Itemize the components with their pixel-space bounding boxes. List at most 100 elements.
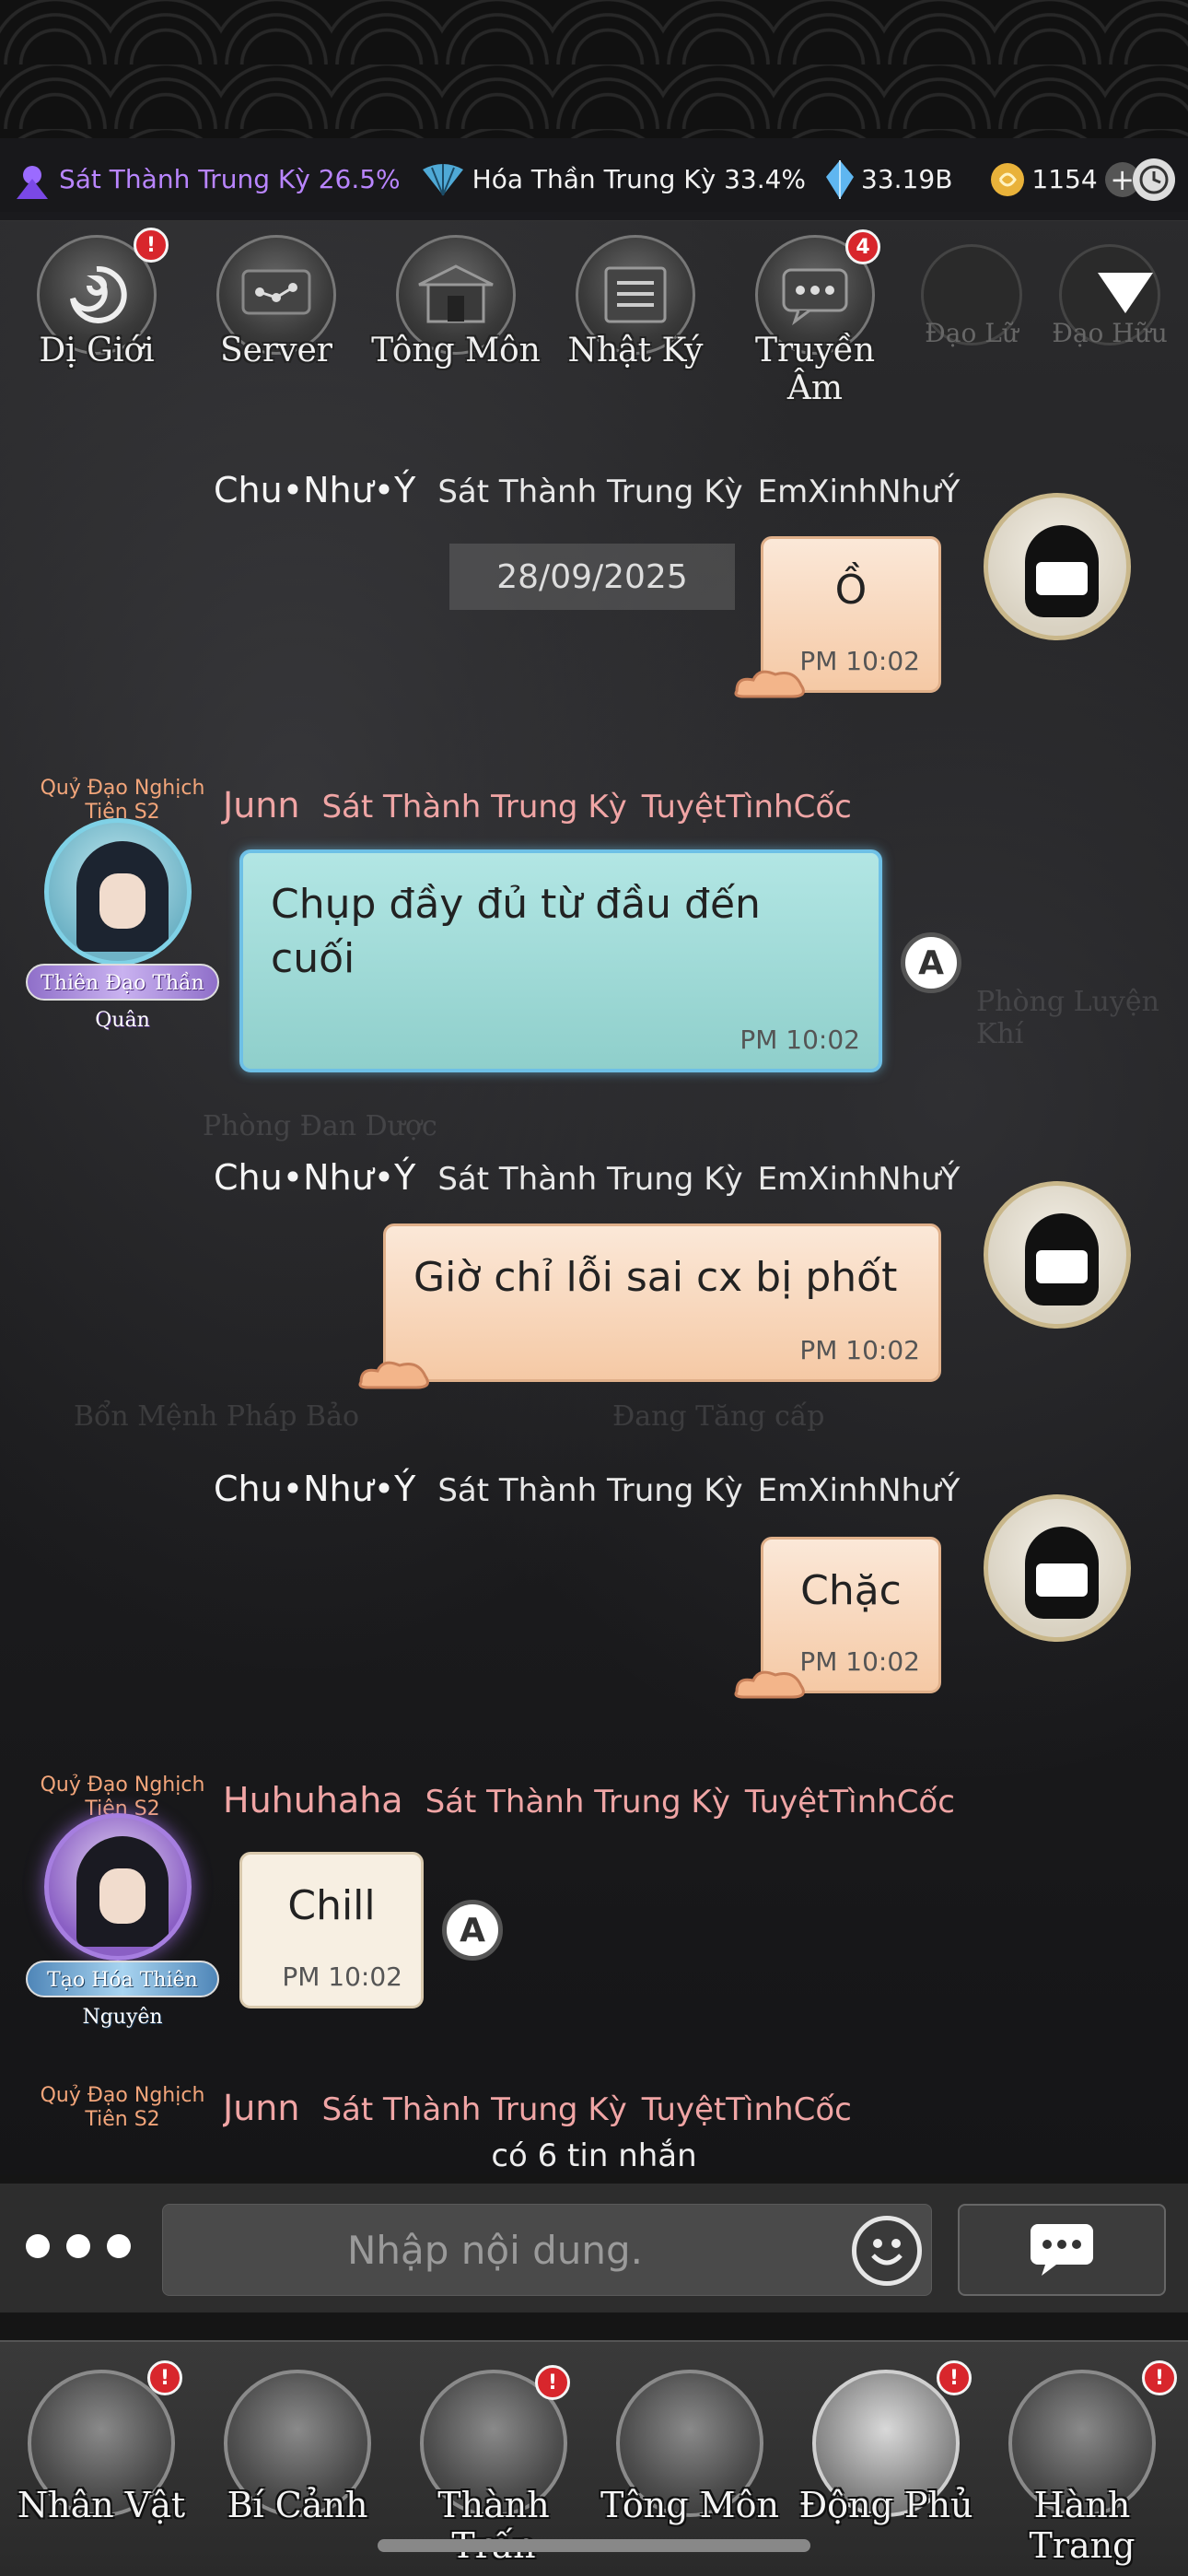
realm1-text: Sát Thành Trung Kỳ 26.5% [59, 164, 401, 194]
nav-badge: ! [147, 2360, 182, 2395]
message-time: PM 10:02 [799, 646, 920, 677]
chat-channel-tabs: ! Dị Giới Server Tông Môn Nhật Ký 4 Truy… [0, 226, 1188, 407]
more-options-icon[interactable] [26, 2234, 147, 2258]
realm-progress-2: Hóa Thần Trung Kỳ 33.4% [419, 158, 806, 201]
nav-label: Hành Trang [1029, 2485, 1136, 2566]
avatar[interactable] [44, 1813, 192, 1961]
mage-icon [17, 165, 48, 199]
sender-sect: TuyệtTìnhCốc [641, 2091, 852, 2128]
sender-realm: Sát Thành Trung Kỳ [437, 1472, 743, 1509]
coin-currency: 1154 + [989, 161, 1140, 198]
nav-bi-canh[interactable]: Bí Cảnh [201, 2370, 394, 2554]
avatar[interactable] [44, 818, 192, 966]
sender-sect: TuyệtTìnhCốc [641, 789, 852, 825]
avatar[interactable] [984, 1494, 1131, 1642]
nav-dong-phu[interactable]: ! Động Phủ [789, 2360, 983, 2554]
nav-tong-mon[interactable]: Tông Môn [593, 2370, 786, 2554]
translate-icon[interactable]: A [901, 932, 961, 993]
nav-label: Nhân Vật [17, 2485, 186, 2525]
rank-badge: Tạo Hóa Thiên Nguyên [26, 1961, 219, 2029]
nav-label: Thành Trấn [437, 2485, 550, 2566]
sender-sect: EmXinhNhưÝ [757, 1161, 961, 1198]
rank-title: Quỷ Đạo Nghịch Tiên S2 [40, 2084, 205, 2132]
realm2-text: Hóa Thần Trung Kỳ 33.4% [472, 164, 807, 194]
cloud-decoration-icon [734, 1670, 805, 1699]
home-indicator[interactable] [378, 2539, 810, 2552]
message-bubble[interactable]: Giờ chỉ lỗi sai cx bị phốt PM 10:02 [383, 1224, 941, 1382]
message-time: PM 10:02 [282, 1961, 402, 1993]
nav-thanh-tran[interactable]: ! Thành Trấn [397, 2365, 590, 2566]
send-button[interactable] [958, 2204, 1166, 2296]
tab-label: Đạo Hữu [1052, 318, 1168, 348]
bg-label-ban-menh-phap-bao: Bổn Mệnh Pháp Bảo [74, 1400, 360, 1433]
emoji-icon[interactable] [852, 2216, 922, 2286]
message-time: PM 10:02 [740, 1025, 860, 1056]
message-text: Giờ chỉ lỗi sai cx bị phốt [413, 1254, 898, 1301]
collapse-arrow-icon[interactable] [1098, 273, 1153, 313]
message-header: Junn Sát Thành Trung Kỳ TuyệtTìnhCốc [223, 785, 852, 825]
sender-name: Chu•Như•Ý [214, 1157, 416, 1198]
bg-label-phong-dan-duoc: Phòng Đan Dược [203, 1110, 437, 1142]
resource-bar: Sát Thành Trung Kỳ 26.5% Hóa Thần Trung … [0, 138, 1188, 221]
message-bubble[interactable]: Chill PM 10:02 [239, 1852, 424, 2008]
nav-nhan-vat[interactable]: ! Nhân Vật [5, 2360, 198, 2554]
tab-label: Truyền Âm [754, 332, 876, 407]
sender-name: Chu•Như•Ý [214, 470, 416, 510]
message-header: Huhuhaha Sát Thành Trung Kỳ TuyệtTìnhCốc [223, 1780, 955, 1821]
sender-sect: TuyệtTìnhCốc [744, 1784, 955, 1821]
avatar[interactable] [984, 493, 1131, 640]
crystal-icon [826, 159, 855, 199]
message-text: Chill [287, 1882, 376, 1929]
coin-icon [991, 162, 1025, 196]
tab-truyen-am[interactable]: 4 Truyền Âm [728, 226, 893, 407]
message-header: Chu•Như•Ý Sát Thành Trung Kỳ EmXinhNhưÝ [214, 1157, 960, 1198]
sender-name: Huhuhaha [223, 1780, 403, 1821]
tab-nhat-ky[interactable]: Nhật Ký [548, 226, 714, 392]
message-header: Junn Sát Thành Trung Kỳ TuyệtTìnhCốc [223, 2088, 852, 2134]
nav-badge: ! [1142, 2360, 1177, 2395]
message-text: Chặc [800, 1567, 902, 1614]
chat-input-bar: Nhập nội dung. [0, 2184, 1188, 2313]
nav-label: Động Phủ [798, 2485, 973, 2525]
translate-icon[interactable]: A [442, 1900, 503, 1961]
tab-di-gioi[interactable]: ! Dị Giới [9, 226, 175, 392]
avatar[interactable] [984, 1181, 1131, 1329]
crystal-value: 33.19B [861, 164, 953, 194]
message-header: Chu•Như•Ý Sát Thành Trung Kỳ EmXinhNhưÝ [214, 470, 960, 510]
input-placeholder: Nhập nội dung. [347, 2227, 644, 2273]
header-pattern [0, 0, 1188, 138]
nav-hanh-trang[interactable]: ! Hành Trang [985, 2360, 1179, 2566]
nav-badge: ! [535, 2365, 570, 2400]
message-text: Ồ [834, 567, 868, 614]
bg-label-phong-luyen-khi: Phòng Luyện Khí [976, 986, 1159, 1050]
sender-realm: Sát Thành Trung Kỳ [437, 474, 743, 510]
coin-value: 1154 [1031, 164, 1098, 194]
new-message-count[interactable]: có 6 tin nhắn [0, 2137, 1188, 2174]
clock-icon[interactable] [1133, 158, 1175, 201]
date-separator: 28/09/2025 [449, 544, 735, 610]
message-header: Chu•Như•Ý Sát Thành Trung Kỳ EmXinhNhưÝ [214, 1469, 960, 1509]
sender-realm: Sát Thành Trung Kỳ [437, 1161, 743, 1198]
bg-label-dang-tang-cap: Đang Tăng cấp [612, 1400, 825, 1433]
message-time: PM 10:02 [799, 1646, 920, 1678]
nav-badge: ! [937, 2360, 972, 2395]
tab-badge: ! [134, 228, 169, 263]
tab-server[interactable]: Server [189, 226, 355, 392]
message-input[interactable]: Nhập nội dung. [162, 2204, 932, 2296]
tab-label: Nhật Ký [567, 332, 704, 369]
tab-label: Tông Môn [371, 332, 541, 369]
rank-badge: Thiên Đạo Thần Quân [26, 964, 219, 1032]
message-bubble[interactable]: Chụp đầy đủ từ đầu đến cuối PM 10:02 [239, 849, 882, 1072]
nav-label: Tông Môn [600, 2485, 779, 2525]
tab-tong-mon[interactable]: Tông Môn [368, 226, 541, 392]
sender-sect: EmXinhNhưÝ [757, 474, 961, 510]
nav-label: Bí Cảnh [227, 2485, 368, 2525]
message-time: PM 10:02 [799, 1335, 920, 1366]
crystal-currency: 33.19B [824, 158, 952, 201]
tab-badge: 4 [845, 229, 880, 264]
cloud-decoration-icon [734, 670, 805, 698]
cloud-decoration-icon [358, 1361, 429, 1389]
sender-realm: Sát Thành Trung Kỳ [321, 789, 627, 825]
sender-name: Chu•Như•Ý [214, 1469, 416, 1509]
fan-icon [422, 163, 463, 195]
